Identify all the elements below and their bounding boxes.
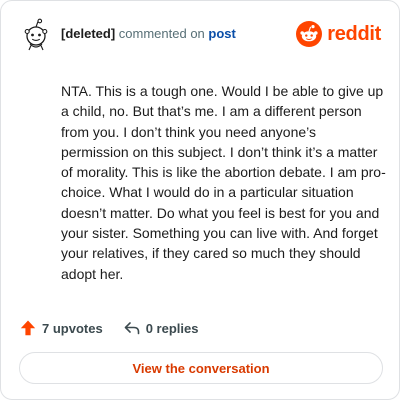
comment-footer: 7 upvotes 0 replies	[19, 318, 198, 338]
reddit-wordmark: reddit	[327, 22, 381, 45]
comment-header: [deleted] commented on post reddit	[19, 17, 381, 53]
replies-stat[interactable]: 0 replies	[123, 319, 199, 337]
author-name[interactable]: [deleted]	[61, 26, 115, 41]
replies-count: 0 replies	[145, 320, 199, 336]
view-conversation-button[interactable]: View the conversation	[19, 352, 383, 384]
snoo-avatar-icon[interactable]	[19, 17, 53, 51]
upvote-arrow-icon	[20, 320, 36, 336]
embedded-comment-card: [deleted] commented on post reddit NTA. …	[0, 0, 400, 400]
reddit-logo-icon	[296, 21, 323, 47]
comment-body: NTA. This is a tough one. Would I be abl…	[61, 83, 386, 282]
action-text: commented on	[118, 26, 205, 41]
upvotes-stat[interactable]: 7 upvotes	[19, 319, 103, 337]
comment-attribution: [deleted] commented on post	[61, 26, 236, 42]
upvotes-count: 7 upvotes	[42, 320, 103, 336]
reply-arrow-icon	[124, 322, 139, 335]
post-link[interactable]: post	[208, 26, 235, 41]
reddit-brand[interactable]: reddit	[296, 21, 381, 47]
